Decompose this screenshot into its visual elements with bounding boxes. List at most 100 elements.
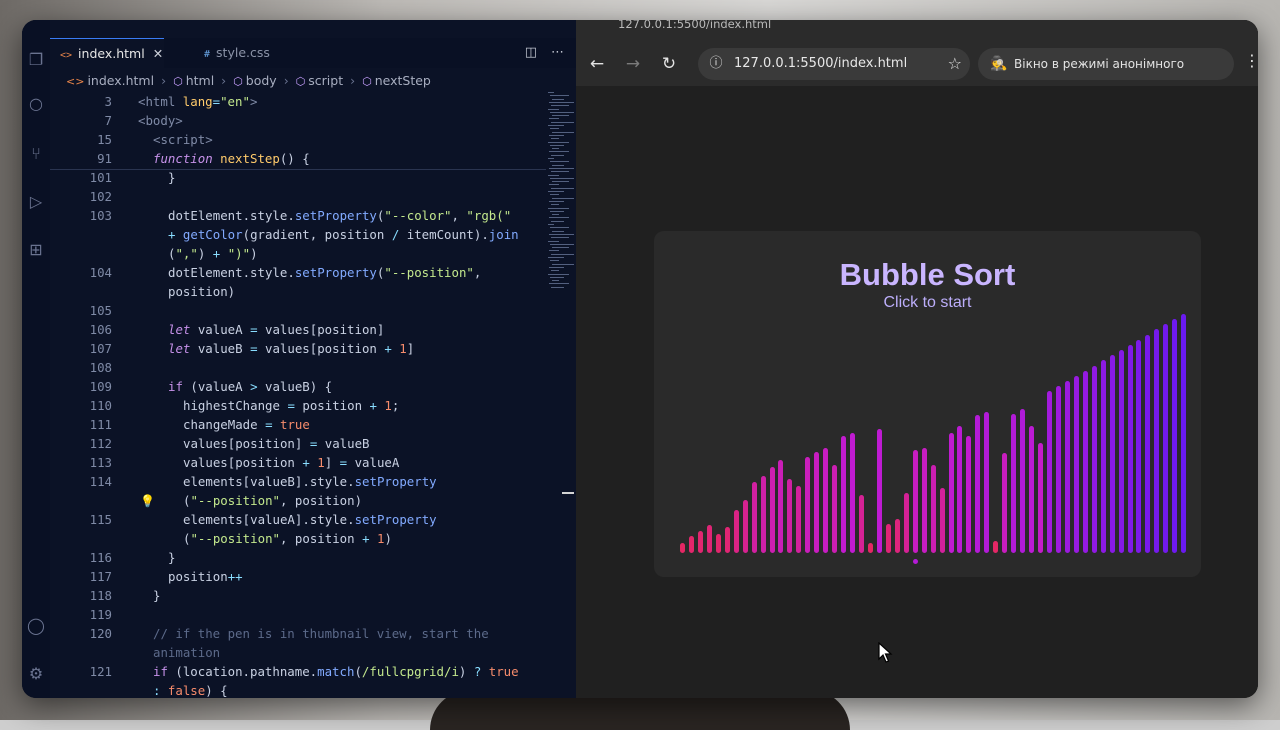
sort-bar xyxy=(760,475,766,553)
code-line[interactable]: 3 <html lang="en"> xyxy=(50,92,546,111)
line-number: 117 xyxy=(89,569,112,584)
code-line[interactable]: 115 elements[valueA].style.setProperty xyxy=(50,510,546,529)
address-bar[interactable]: ⓘ 127.0.0.1:5500/index.html ☆ xyxy=(698,48,970,80)
sort-bar xyxy=(1181,313,1187,553)
code-line[interactable]: 15 <script> xyxy=(50,130,546,149)
browser-menu-icon[interactable]: ⋮ xyxy=(1244,51,1258,70)
code-text: <script> xyxy=(153,132,213,147)
page-viewport: Bubble Sort Click to start xyxy=(576,86,1258,698)
code-line[interactable]: 110 highestChange = position + 1; xyxy=(50,396,546,415)
site-info-icon[interactable]: ⓘ xyxy=(706,48,726,80)
code-line[interactable]: 111 changeMade = true xyxy=(50,415,546,434)
code-line[interactable]: 107 let valueB = values[position + 1] xyxy=(50,339,546,358)
url-text[interactable]: 127.0.0.1:5500/index.html xyxy=(734,48,907,80)
code-line[interactable]: 101} xyxy=(50,168,546,187)
breadcrumb-item[interactable]: html xyxy=(186,73,214,88)
sort-bar xyxy=(1145,334,1151,553)
sort-bar xyxy=(814,451,820,553)
breadcrumb-item[interactable]: index.html xyxy=(87,73,154,88)
code-line[interactable]: + getColor(gradient, position / itemCoun… xyxy=(50,225,546,244)
sort-bar xyxy=(1038,442,1043,553)
close-icon[interactable]: ✕ xyxy=(153,46,163,61)
line-number: 109 xyxy=(89,379,112,394)
code-line[interactable]: (",") + ")") xyxy=(50,244,546,263)
code-line[interactable]: 117 position++ xyxy=(50,567,546,586)
code-text: let valueA = values[position] xyxy=(168,322,385,337)
explorer-icon[interactable]: ❐ xyxy=(22,48,50,72)
back-icon[interactable]: ← xyxy=(584,51,610,77)
search-icon[interactable]: ○ xyxy=(22,92,50,116)
breadcrumb-item[interactable]: script xyxy=(308,73,343,88)
bookmark-star-icon[interactable]: ☆ xyxy=(948,48,962,80)
tab-index-html[interactable]: <> index.html ✕ xyxy=(50,38,164,68)
code-line[interactable]: 113 values[position + 1] = valueA xyxy=(50,453,546,472)
code-line[interactable]: 103 dotElement.style.setProperty("--color… xyxy=(50,206,546,225)
code-line[interactable]: 105 xyxy=(50,301,546,320)
source-control-icon[interactable]: ⑂ xyxy=(22,142,50,166)
code-text: <html lang="en"> xyxy=(138,94,258,109)
more-actions-icon[interactable]: ⋯ xyxy=(551,45,564,60)
code-line[interactable]: 112 values[position] = valueB xyxy=(50,434,546,453)
code-line[interactable]: 121 if (location.pathname.match(/fullcpgr… xyxy=(50,662,546,681)
browser-tab[interactable]: 127.0.0.1:5500/index.html xyxy=(618,20,848,36)
settings-gear-icon[interactable]: ⚙ xyxy=(22,662,50,686)
code-line[interactable]: 119 xyxy=(50,605,546,624)
code-line[interactable]: animation xyxy=(50,643,546,662)
code-text: } xyxy=(168,550,176,565)
sort-bar xyxy=(930,465,936,553)
incognito-indicator[interactable]: 🕵 Вікно в режимі анонімного перегляду xyxy=(978,48,1234,103)
code-line[interactable]: ("--position", position + 1) xyxy=(50,529,546,548)
sort-bar xyxy=(1046,391,1052,553)
line-number: 118 xyxy=(89,588,112,603)
sort-bar xyxy=(1064,381,1070,553)
code-text: elements[valueB].style.setProperty xyxy=(183,474,437,489)
reload-icon[interactable]: ↻ xyxy=(656,51,682,77)
minimap[interactable] xyxy=(546,92,576,312)
code-line[interactable]: : false) { xyxy=(50,681,546,698)
code-area[interactable]: 3 <html lang="en"> 7 <body> 15 <script> 91 func… xyxy=(50,92,546,698)
sort-bar xyxy=(832,465,838,553)
run-debug-icon[interactable]: ▷ xyxy=(22,190,50,214)
tab-style-css[interactable]: # style.css xyxy=(194,38,314,68)
sort-bar xyxy=(769,467,775,553)
code-line[interactable]: 114 elements[valueB].style.setProperty xyxy=(50,472,546,491)
sort-bar xyxy=(984,411,990,553)
forward-icon[interactable]: → xyxy=(620,51,646,77)
code-line[interactable]: 108 xyxy=(50,358,546,377)
sort-bar xyxy=(1020,408,1026,553)
chevron-right-icon: › xyxy=(350,73,356,88)
sort-bar xyxy=(796,485,802,553)
sort-bar xyxy=(805,456,811,553)
code-line[interactable]: 104 dotElement.style.setProperty("--posit… xyxy=(50,263,546,282)
element-icon: ⬡ xyxy=(173,75,183,88)
code-line[interactable]: 109 if (valueA > valueB) { xyxy=(50,377,546,396)
code-line[interactable]: 116} xyxy=(50,548,546,567)
code-line[interactable]: 120 // if the pen is in thumbnail view, s… xyxy=(50,624,546,643)
code-text: <body> xyxy=(138,113,183,128)
extensions-icon[interactable]: ⊞ xyxy=(22,238,50,262)
lightbulb-icon[interactable]: 💡 xyxy=(140,494,155,508)
code-line[interactable]: ("--position", position) xyxy=(50,491,546,510)
code-line[interactable]: 106 let valueA = values[position] xyxy=(50,320,546,339)
code-line[interactable]: 118} xyxy=(50,586,546,605)
code-line[interactable]: position) xyxy=(50,282,546,301)
line-number: 106 xyxy=(89,322,112,337)
bubble-sort-card[interactable]: Bubble Sort Click to start xyxy=(654,231,1201,577)
chevron-right-icon: › xyxy=(283,73,289,88)
account-icon[interactable]: ◯ xyxy=(22,614,50,638)
sort-bar xyxy=(751,482,757,553)
code-line[interactable]: 91 function nextStep() { xyxy=(50,149,546,168)
code-line[interactable]: 7 <body> xyxy=(50,111,546,130)
code-text: highestChange = position + 1; xyxy=(183,398,400,413)
split-editor-icon[interactable]: ◫ xyxy=(525,45,537,60)
breadcrumb: <> index.html › ⬡ html › ⬡ body › ⬡ script › ⬡ ne… xyxy=(50,70,576,92)
code-line[interactable]: 102 xyxy=(50,187,546,206)
code-text: // if the pen is in thumbnail view, star… xyxy=(153,626,489,641)
breadcrumb-item[interactable]: body xyxy=(246,73,277,88)
sort-bar xyxy=(1082,370,1088,553)
scrollbar-thumb[interactable] xyxy=(562,492,574,494)
breadcrumb-item[interactable]: nextStep xyxy=(375,73,431,88)
code-text: values[position] = valueB xyxy=(183,436,370,451)
function-icon: ⬡ xyxy=(362,75,372,88)
sort-bar xyxy=(688,535,694,553)
